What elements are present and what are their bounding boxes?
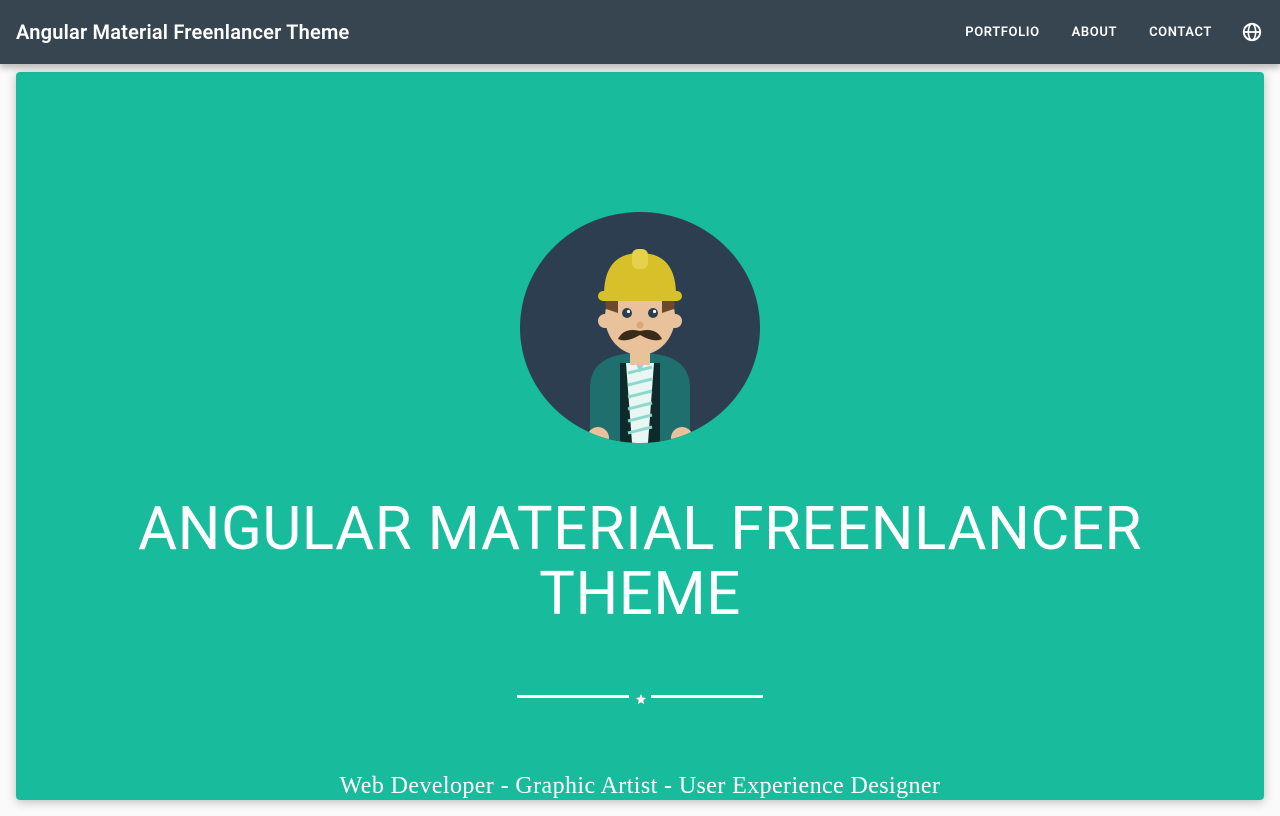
star-divider — [517, 691, 763, 701]
hero-card: Angular Material Freenlancer Theme Web D… — [16, 72, 1264, 800]
app-title: Angular Material Freenlancer Theme — [16, 20, 949, 44]
nav-link-contact[interactable]: Contact — [1133, 25, 1228, 40]
hero-subtitle: Web Developer - Graphic Artist - User Ex… — [340, 773, 941, 800]
divider-line — [651, 695, 763, 698]
hero-section: Angular Material Freenlancer Theme Web D… — [0, 64, 1280, 816]
star-icon — [635, 690, 645, 700]
nav-link-about[interactable]: About — [1056, 25, 1133, 40]
nav-link-portfolio[interactable]: Portfolio — [949, 25, 1055, 40]
language-icon[interactable] — [1240, 20, 1264, 44]
hero-title: Angular Material Freenlancer Theme — [16, 497, 1264, 627]
app-toolbar: Angular Material Freenlancer Theme Portf… — [0, 0, 1280, 64]
hero-avatar — [520, 212, 760, 443]
divider-line — [517, 695, 629, 698]
